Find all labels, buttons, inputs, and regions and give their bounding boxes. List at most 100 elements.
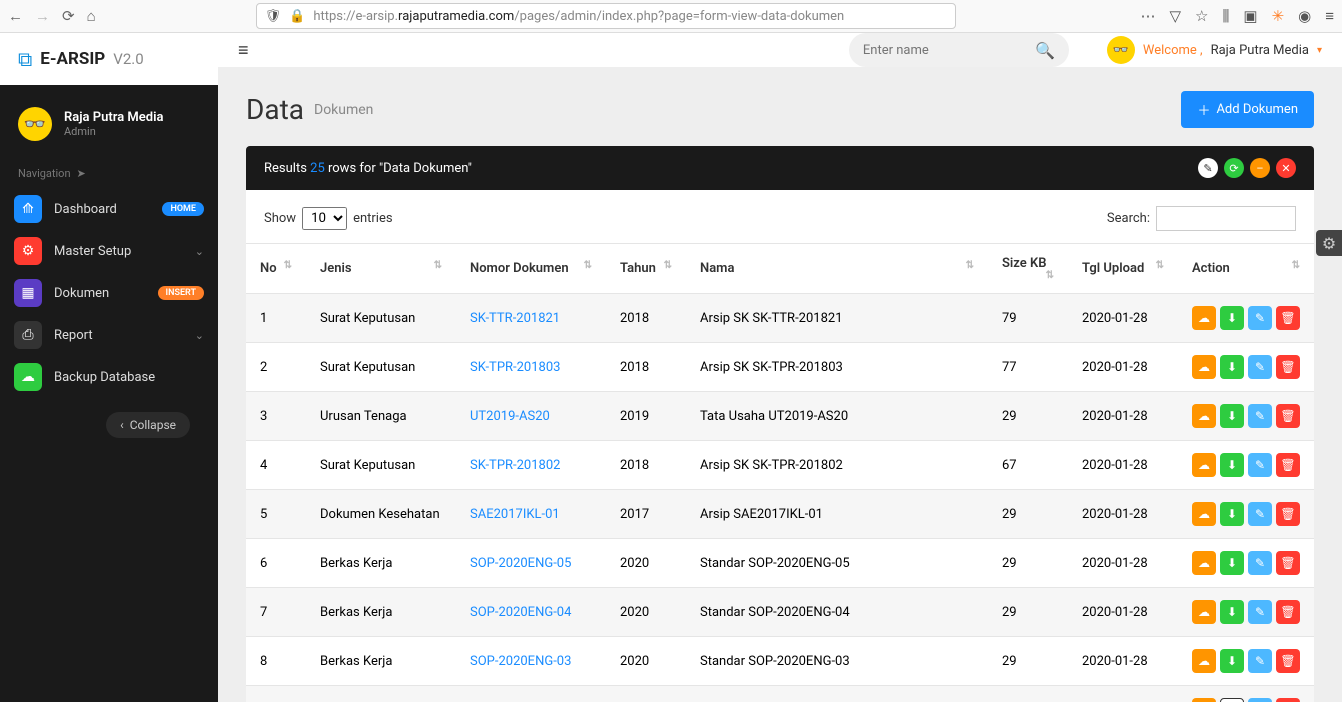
table-search-label: Search: bbox=[1107, 211, 1150, 226]
download-icon[interactable]: ⬇ bbox=[1220, 453, 1244, 477]
download-icon[interactable]: ⬇ bbox=[1220, 649, 1244, 673]
cell-jenis: Surat Keputusan bbox=[306, 294, 456, 343]
panel-close-icon[interactable]: ✕ bbox=[1276, 158, 1296, 178]
delete-icon[interactable]: 🗑 bbox=[1276, 551, 1300, 575]
delete-icon[interactable]: 🗑 bbox=[1276, 355, 1300, 379]
topbar-user[interactable]: 👓 Welcome , Raja Putra Media ▾ bbox=[1107, 36, 1322, 64]
sidebar-item-dokumen[interactable]: ▦ Dokumen INSERT bbox=[0, 272, 218, 314]
document-link[interactable]: UT2019-AS20 bbox=[470, 409, 550, 424]
panel-minimize-icon[interactable]: – bbox=[1250, 158, 1270, 178]
page-size-select[interactable]: 10 bbox=[302, 207, 347, 230]
extension-icon[interactable]: ✳ bbox=[1272, 7, 1285, 25]
document-link[interactable]: SOP-2020ENG-04 bbox=[470, 605, 571, 620]
library-icon[interactable]: ⫼ bbox=[1222, 7, 1229, 25]
column-header[interactable]: Action⇅ bbox=[1178, 244, 1314, 294]
sidebar-item-report[interactable]: ⎙ Report ⌄ bbox=[0, 314, 218, 356]
delete-icon[interactable]: 🗑 bbox=[1276, 306, 1300, 330]
back-button[interactable]: ← bbox=[8, 7, 23, 25]
edit-icon[interactable]: ✎ bbox=[1248, 698, 1272, 702]
search-input[interactable] bbox=[863, 43, 1035, 58]
sidebar-item-backup-database[interactable]: ☁ Backup Database bbox=[0, 356, 218, 398]
download-icon[interactable]: ⬇ bbox=[1220, 600, 1244, 624]
collapse-button[interactable]: ‹ Collapse bbox=[106, 412, 190, 438]
column-header[interactable]: Size KB⇅ bbox=[988, 244, 1068, 294]
delete-icon[interactable]: 🗑 bbox=[1276, 698, 1300, 702]
edit-icon[interactable]: ✎ bbox=[1248, 306, 1272, 330]
topbar: ≡ 🔍 👓 Welcome , Raja Putra Media ▾ bbox=[218, 33, 1342, 67]
cell-tahun: 2018 bbox=[606, 343, 686, 392]
document-link[interactable]: SK-TPR-201803 bbox=[470, 360, 560, 375]
settings-gear-icon[interactable]: ⚙ bbox=[1316, 230, 1342, 256]
column-header[interactable]: Tgl Upload⇅ bbox=[1068, 244, 1178, 294]
cell-nama: Arsip SK SK-TPR-201803 bbox=[686, 343, 988, 392]
download-icon[interactable]: ⬇ bbox=[1220, 355, 1244, 379]
reload-button[interactable]: ⟳ bbox=[62, 7, 75, 25]
delete-icon[interactable]: 🗑 bbox=[1276, 404, 1300, 428]
document-link[interactable]: SOP-2020ENG-05 bbox=[470, 556, 571, 571]
add-dokumen-button[interactable]: ＋ Add Dokumen bbox=[1181, 91, 1314, 128]
upload-icon[interactable]: ☁ bbox=[1192, 355, 1216, 379]
address-bar[interactable]: 🛡 🔒 https://e-arsip.rajaputramedia.com/p… bbox=[256, 3, 956, 29]
column-header[interactable]: Nama⇅ bbox=[686, 244, 988, 294]
download-icon[interactable]: ⬇ bbox=[1220, 306, 1244, 330]
sidebar-item-dashboard[interactable]: ⟰ Dashboard HOME bbox=[0, 188, 218, 230]
reader-icon[interactable]: ▽ bbox=[1169, 7, 1181, 25]
upload-icon[interactable]: ☁ bbox=[1192, 698, 1216, 702]
cell-size: 29 bbox=[988, 490, 1068, 539]
upload-icon[interactable]: ☁ bbox=[1192, 600, 1216, 624]
document-link[interactable]: SOP-2020ENG-03 bbox=[470, 654, 571, 669]
upload-icon[interactable]: ☁ bbox=[1192, 306, 1216, 330]
cell-size: 29 bbox=[988, 588, 1068, 637]
document-link[interactable]: SAE2017IKL-01 bbox=[470, 507, 560, 522]
delete-icon[interactable]: 🗑 bbox=[1276, 453, 1300, 477]
download-icon[interactable]: ⬇ bbox=[1220, 551, 1244, 575]
upload-icon[interactable]: ☁ bbox=[1192, 551, 1216, 575]
sidebar-item-master-setup[interactable]: ⚙ Master Setup ⌄ bbox=[0, 230, 218, 272]
download-icon[interactable]: ⬇ bbox=[1220, 502, 1244, 526]
menu-icon[interactable]: ≡ bbox=[1325, 7, 1334, 25]
column-header[interactable]: Nomor Dokumen⇅ bbox=[456, 244, 606, 294]
document-link[interactable]: SK-TTR-201821 bbox=[470, 311, 560, 326]
home-button[interactable]: ⌂ bbox=[87, 7, 96, 25]
download-icon[interactable]: ⬇ bbox=[1220, 698, 1244, 702]
upload-icon[interactable]: ☁ bbox=[1192, 649, 1216, 673]
hamburger-icon[interactable]: ≡ bbox=[238, 40, 249, 61]
topbar-search[interactable]: 🔍 bbox=[849, 33, 1069, 67]
cell-tgl: 2020-01-28 bbox=[1068, 441, 1178, 490]
cell-no: 7 bbox=[246, 588, 306, 637]
nav-icon: ▦ bbox=[14, 279, 42, 307]
send-icon: ➤ bbox=[77, 167, 86, 180]
upload-icon[interactable]: ☁ bbox=[1192, 453, 1216, 477]
cell-nama: Arsip SK SK-TPR-201802 bbox=[686, 441, 988, 490]
cell-tahun: 2020 bbox=[606, 637, 686, 686]
panel-edit-icon[interactable]: ✎ bbox=[1198, 158, 1218, 178]
column-header[interactable]: No⇅ bbox=[246, 244, 306, 294]
account-icon[interactable]: ◉ bbox=[1298, 7, 1311, 25]
panel-refresh-icon[interactable]: ⟳ bbox=[1224, 158, 1244, 178]
edit-icon[interactable]: ✎ bbox=[1248, 502, 1272, 526]
bookmark-icon[interactable]: ☆ bbox=[1195, 7, 1208, 25]
upload-icon[interactable]: ☁ bbox=[1192, 502, 1216, 526]
search-icon[interactable]: 🔍 bbox=[1035, 41, 1055, 60]
edit-icon[interactable]: ✎ bbox=[1248, 355, 1272, 379]
more-icon[interactable]: ⋯ bbox=[1140, 7, 1155, 25]
cell-tahun: 2018 bbox=[606, 441, 686, 490]
delete-icon[interactable]: 🗑 bbox=[1276, 502, 1300, 526]
column-header[interactable]: Jenis⇅ bbox=[306, 244, 456, 294]
sort-icon: ⇅ bbox=[664, 261, 672, 271]
delete-icon[interactable]: 🗑 bbox=[1276, 600, 1300, 624]
upload-icon[interactable]: ☁ bbox=[1192, 404, 1216, 428]
document-link[interactable]: SK-TPR-201802 bbox=[470, 458, 560, 473]
column-header[interactable]: Tahun⇅ bbox=[606, 244, 686, 294]
edit-icon[interactable]: ✎ bbox=[1248, 649, 1272, 673]
delete-icon[interactable]: 🗑 bbox=[1276, 649, 1300, 673]
cell-no: 9 bbox=[246, 686, 306, 702]
table-search-input[interactable] bbox=[1156, 206, 1296, 231]
edit-icon[interactable]: ✎ bbox=[1248, 453, 1272, 477]
forward-button[interactable]: → bbox=[35, 7, 50, 25]
sidebar-icon[interactable]: ▣ bbox=[1243, 7, 1257, 25]
edit-icon[interactable]: ✎ bbox=[1248, 551, 1272, 575]
download-icon[interactable]: ⬇ bbox=[1220, 404, 1244, 428]
edit-icon[interactable]: ✎ bbox=[1248, 600, 1272, 624]
edit-icon[interactable]: ✎ bbox=[1248, 404, 1272, 428]
